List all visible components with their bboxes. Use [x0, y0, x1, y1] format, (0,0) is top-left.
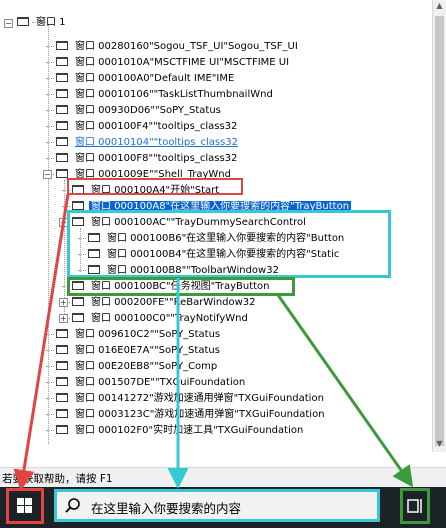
annotation-arrows	[13, 193, 414, 491]
red-arrow	[13, 193, 70, 491]
green-arrow	[276, 294, 414, 488]
